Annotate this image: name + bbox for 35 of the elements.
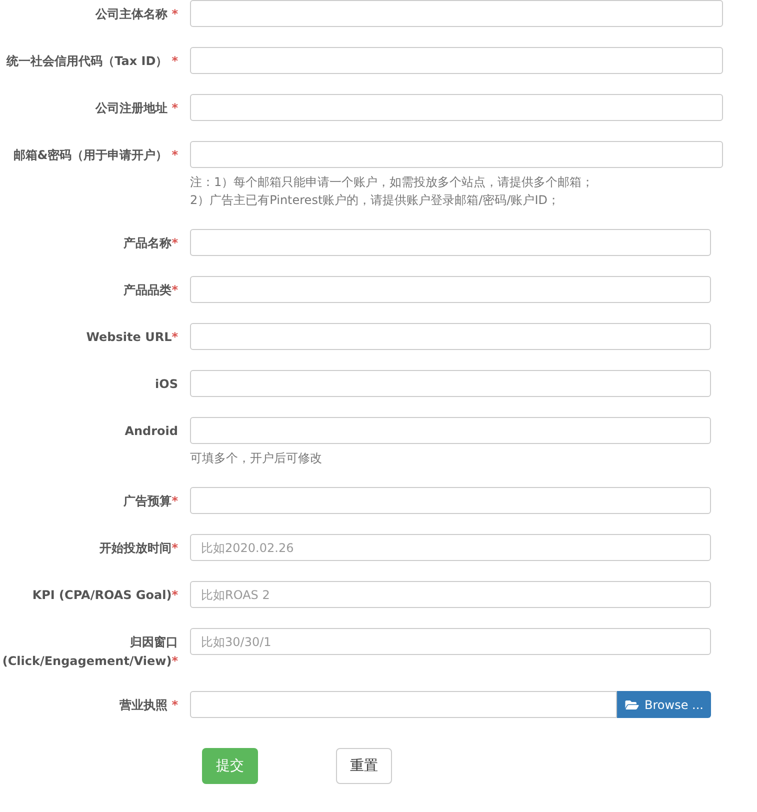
input-field[interactable] <box>190 487 711 514</box>
input-field[interactable] <box>190 323 711 350</box>
folder-icon <box>624 698 639 710</box>
input-field[interactable] <box>190 417 711 444</box>
field-label: iOS <box>155 376 178 393</box>
field-label: Website URL* <box>86 329 178 346</box>
input-field[interactable] <box>190 141 723 168</box>
field-label: Android <box>124 423 178 440</box>
input-field[interactable] <box>190 229 711 256</box>
field-label: 广告预算* <box>124 493 178 510</box>
file-path-field[interactable] <box>190 691 617 718</box>
input-field[interactable] <box>190 94 723 121</box>
reset-button[interactable]: 重置 <box>336 748 392 784</box>
field-label: 产品名称* <box>124 235 178 252</box>
help-text: 2）广告主已有Pinterest账户的，请提供账户登录邮箱/密码/账户ID； <box>190 192 561 209</box>
input-field[interactable]: 比如2020.02.26 <box>190 534 711 561</box>
field-label: 营业执照 * <box>120 697 178 714</box>
field-label: 公司主体名称 * <box>96 6 178 23</box>
field-label: 统一社会信用代码（Tax ID） * <box>6 53 178 70</box>
field-label: 开始投放时间* <box>100 540 178 557</box>
help-text: 可填多个，开户后可修改 <box>190 450 323 467</box>
browse-button[interactable]: Browse ... <box>617 691 711 718</box>
field-label: 产品品类* <box>124 282 178 299</box>
field-label: 归因窗口 (Click/Engagement/View)* <box>1 634 178 670</box>
input-field[interactable] <box>190 0 723 27</box>
input-field[interactable] <box>190 47 723 74</box>
field-label: 公司注册地址 * <box>96 100 178 117</box>
input-field[interactable] <box>190 276 711 303</box>
input-field[interactable] <box>190 370 711 397</box>
submit-button[interactable]: 提交 <box>202 748 258 784</box>
field-label: 邮箱&密码（用于申请开户） * <box>13 147 178 164</box>
input-field[interactable]: 比如30/30/1 <box>190 628 711 655</box>
input-field[interactable]: 比如ROAS 2 <box>190 581 711 608</box>
help-text: 注：1）每个邮箱只能申请一个账户，如需投放多个站点，请提供多个邮箱； <box>190 174 595 191</box>
field-label: KPI (CPA/ROAS Goal)* <box>32 587 178 604</box>
